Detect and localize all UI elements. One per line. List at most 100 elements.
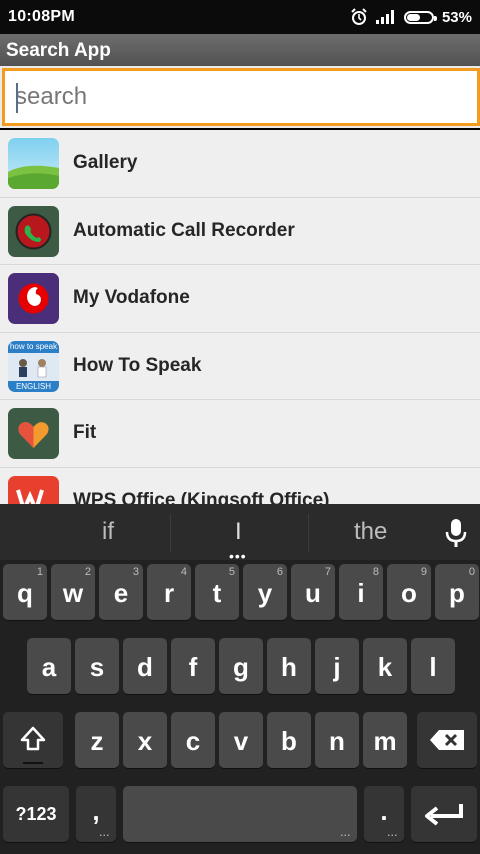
divider [308, 514, 309, 552]
list-item[interactable]: how to speak ENGLISH How To Speak [0, 333, 480, 400]
key-label: g [233, 652, 249, 682]
search-area [0, 66, 480, 128]
app-label: How To Speak [73, 354, 202, 376]
key-label: o [401, 578, 417, 608]
status-time: 10:08PM [8, 8, 76, 25]
key-label: p [449, 578, 465, 608]
key-label: r [163, 578, 175, 608]
alarm-icon [351, 8, 367, 25]
key-z[interactable]: z [75, 712, 119, 768]
key-number-hint: 7 [324, 566, 331, 578]
key-t[interactable]: t5 [195, 564, 239, 620]
suggestion-1[interactable]: if [102, 518, 114, 546]
status-icons: 53% [350, 8, 472, 26]
shift-indicator [23, 762, 43, 764]
key-label: y [257, 578, 273, 608]
key-b[interactable]: b [267, 712, 311, 768]
key-l[interactable]: l [411, 638, 455, 694]
key-g[interactable]: g [219, 638, 263, 694]
key-label: x [137, 726, 153, 756]
app-label: Gallery [73, 152, 138, 173]
call-recorder-icon [8, 205, 59, 257]
key-u[interactable]: u7 [291, 564, 335, 620]
vodafone-icon [8, 273, 59, 324]
key-label: m [373, 726, 397, 756]
how-to-speak-icon: how to speak ENGLISH [8, 340, 59, 392]
app-label: WPS Office (Kingsoft Office) [73, 489, 330, 505]
key-f[interactable]: f [171, 638, 215, 694]
key-label: k [377, 652, 393, 682]
period-key[interactable]: . ... [364, 786, 404, 842]
enter-key[interactable] [411, 786, 477, 842]
key-q[interactable]: q1 [3, 564, 47, 620]
battery-percent: 53% [441, 8, 472, 26]
key-d[interactable]: d [123, 638, 167, 694]
key-number-hint: 9 [420, 566, 427, 578]
key-label: n [329, 726, 345, 756]
key-label: b [281, 726, 297, 756]
list-item[interactable]: Gallery [0, 130, 480, 198]
key-a[interactable]: a [27, 638, 71, 694]
key-label: d [137, 652, 153, 682]
wps-office-icon [8, 475, 59, 504]
key-label: v [233, 726, 249, 756]
gallery-icon [8, 138, 59, 189]
app-label: Automatic Call Recorder [73, 219, 295, 241]
key-m[interactable]: m [363, 712, 407, 768]
key-p[interactable]: p0 [435, 564, 479, 620]
shift-key[interactable] [3, 712, 63, 768]
space-key[interactable]: ... [123, 786, 357, 842]
key-e[interactable]: e3 [99, 564, 143, 620]
more-suggestions-dots: ••• [229, 548, 247, 564]
search-input[interactable] [15, 81, 455, 113]
key-label: s [89, 652, 105, 682]
key-number-hint: 0 [468, 566, 475, 578]
list-item[interactable]: Fit [0, 400, 480, 468]
key-y[interactable]: y6 [243, 564, 287, 620]
list-item[interactable]: WPS Office (Kingsoft Office) [0, 468, 480, 505]
key-number-hint: 2 [84, 566, 91, 578]
key-number-hint: 4 [180, 566, 187, 578]
key-label: a [41, 652, 57, 682]
key-i[interactable]: i8 [339, 564, 383, 620]
list-item[interactable]: My Vodafone [0, 265, 480, 333]
symbols-key[interactable]: ?123 [3, 786, 69, 842]
key-number-hint: 5 [228, 566, 235, 578]
key-label: q [17, 578, 33, 608]
key-h[interactable]: h [267, 638, 311, 694]
key-label: u [305, 578, 321, 608]
key-label: l [429, 652, 437, 682]
key-s[interactable]: s [75, 638, 119, 694]
key-j[interactable]: j [315, 638, 359, 694]
key-label: f [188, 652, 198, 682]
text-cursor [16, 83, 18, 113]
key-number-hint: 6 [276, 566, 283, 578]
key-label: h [281, 652, 297, 682]
app-title-bar: Search App [0, 34, 480, 66]
key-label: w [62, 578, 84, 608]
key-k[interactable]: k [363, 638, 407, 694]
key-v[interactable]: v [219, 712, 263, 768]
search-box[interactable] [2, 68, 480, 126]
key-x[interactable]: x [123, 712, 167, 768]
microphone-icon[interactable] [444, 517, 468, 549]
key-label: i [357, 578, 365, 608]
divider [170, 514, 171, 552]
suggestion-2[interactable]: I [235, 518, 242, 546]
app-list[interactable]: Gallery Automatic Call Recorder My Vodaf… [0, 130, 480, 504]
signal-icon [375, 10, 394, 24]
key-r[interactable]: r4 [147, 564, 191, 620]
suggestion-bar: if I ••• the [0, 504, 480, 564]
suggestion-3[interactable]: the [354, 518, 387, 546]
key-w[interactable]: w2 [51, 564, 95, 620]
backspace-icon [430, 730, 464, 750]
comma-key[interactable]: , ... [76, 786, 116, 842]
key-o[interactable]: o9 [387, 564, 431, 620]
key-label: j [333, 652, 341, 682]
key-c[interactable]: c [171, 712, 215, 768]
key-n[interactable]: n [315, 712, 359, 768]
shift-icon [20, 726, 46, 751]
backspace-key[interactable] [417, 712, 477, 768]
list-item[interactable]: Automatic Call Recorder [0, 198, 480, 265]
soft-keyboard: if I ••• the ?123 , ... ... . ... q 1 w … [0, 504, 480, 854]
